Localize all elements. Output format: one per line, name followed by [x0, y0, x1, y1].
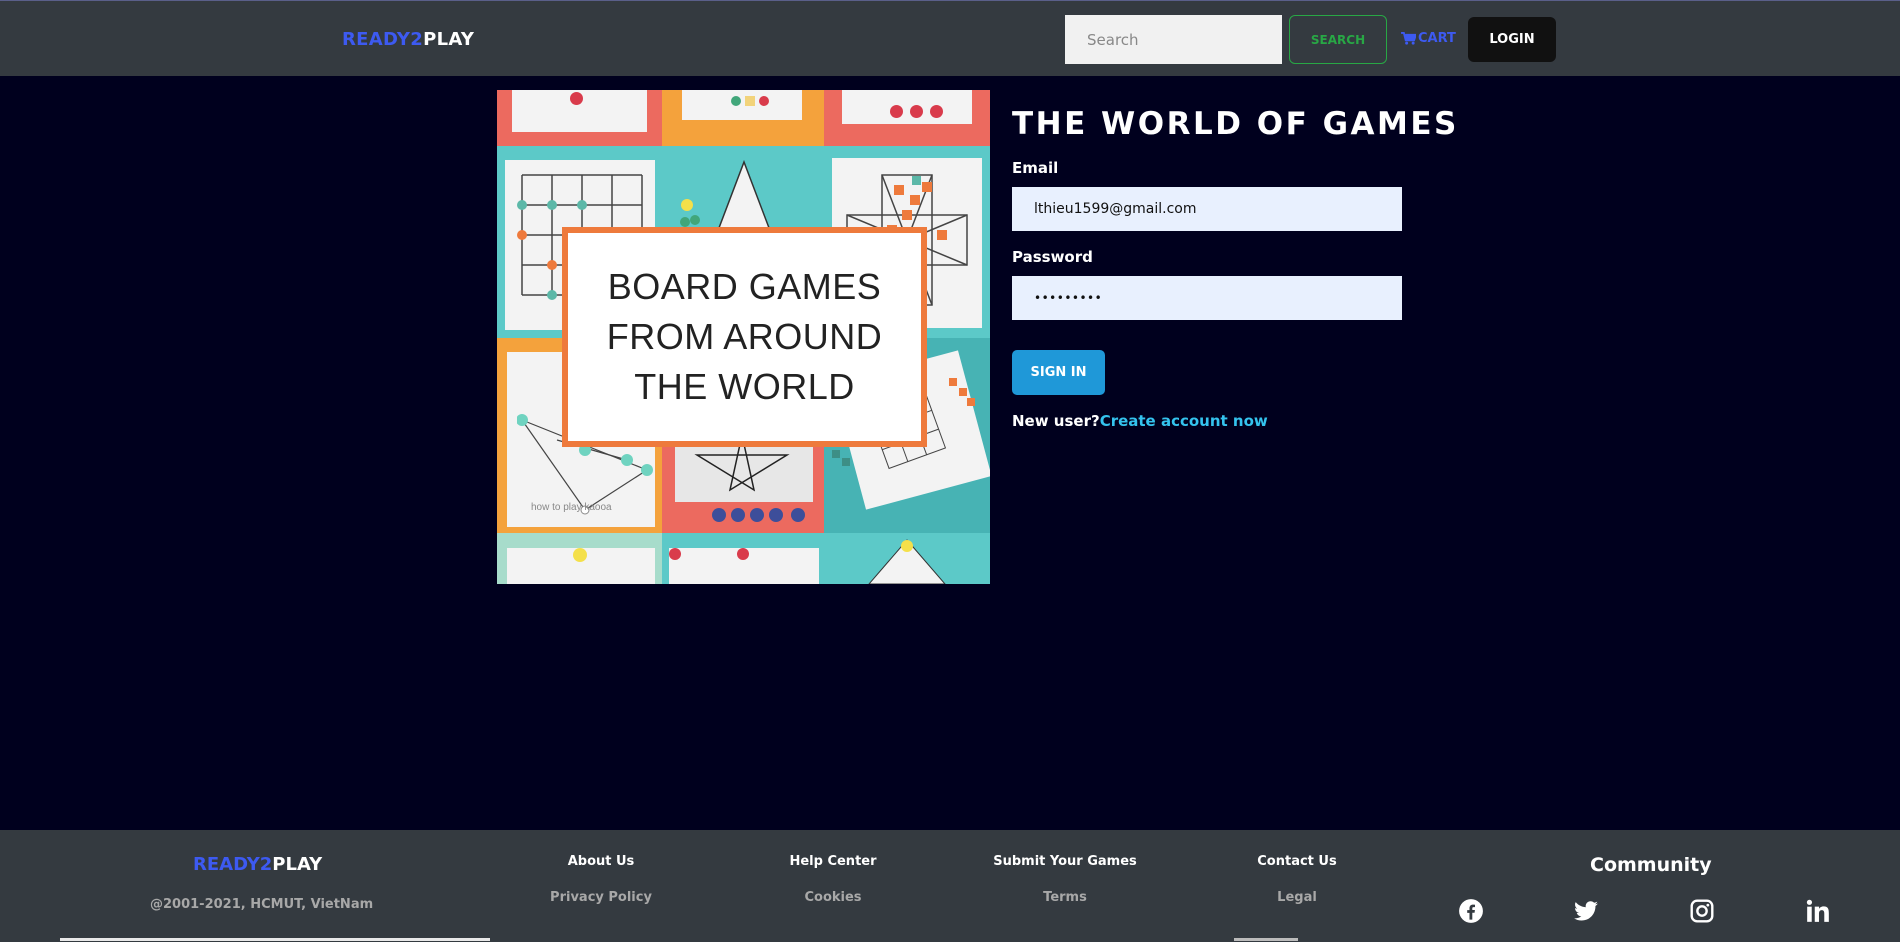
footer-copyright: @2001-2021, HCMUT, VietNam	[150, 897, 374, 912]
navbar: READY2PLAY SEARCH CART LOGIN	[0, 0, 1900, 76]
hero-line-2: FROM AROUND	[606, 316, 883, 357]
hero-image: how to play kaooa BOARD GAMES FROM AROUN…	[497, 90, 990, 584]
footer-link-contact-us[interactable]: Contact Us	[1207, 854, 1387, 869]
new-user-row: New user?Create account now	[1012, 412, 1268, 430]
twitter-icon[interactable]	[1573, 898, 1599, 924]
password-value: •••••••••	[1034, 291, 1103, 305]
scrollbar-segment	[1234, 938, 1298, 941]
brand-part2: PLAY	[423, 29, 475, 50]
new-user-text: New user?	[1012, 412, 1100, 430]
footer-link-about-us[interactable]: About Us	[511, 854, 691, 869]
footer-brand-part2: PLAY	[272, 854, 323, 875]
hero-line-3: THE WORLD	[634, 366, 855, 407]
cart-link[interactable]: CART	[1401, 31, 1456, 46]
page-title: THE WORLD OF GAMES	[1012, 106, 1459, 142]
footer-brand[interactable]: READY2PLAY	[193, 854, 322, 875]
hero-title-box: BOARD GAMES FROM AROUND THE WORLD	[562, 227, 927, 447]
facebook-icon[interactable]	[1458, 898, 1484, 924]
small-triangle-icon	[868, 539, 946, 584]
cart-label: CART	[1418, 31, 1456, 46]
footer-column-about: About Us Privacy Policy	[511, 830, 691, 905]
search-input[interactable]	[1065, 15, 1282, 64]
hero-caption: how to play kaooa	[531, 502, 612, 513]
footer-column-help: Help Center Cookies	[743, 830, 923, 905]
email-field[interactable]: lthieu1599@gmail.com	[1012, 187, 1402, 231]
community-title: Community	[1590, 854, 1712, 876]
horizontal-scrollbar[interactable]	[60, 938, 490, 941]
footer-link-legal[interactable]: Legal	[1207, 890, 1387, 905]
footer: READY2PLAY @2001-2021, HCMUT, VietNam Ab…	[0, 830, 1900, 942]
password-label: Password	[1012, 248, 1093, 266]
footer-column-submit: Submit Your Games Terms	[975, 830, 1155, 905]
footer-link-terms[interactable]: Terms	[975, 890, 1155, 905]
search-button[interactable]: SEARCH	[1289, 15, 1387, 64]
hero-title: BOARD GAMES FROM AROUND THE WORLD	[607, 262, 883, 412]
email-value: lthieu1599@gmail.com	[1034, 201, 1197, 217]
brand-part1: READY2	[342, 29, 424, 50]
hero-line-1: BOARD GAMES	[607, 266, 882, 307]
footer-link-privacy-policy[interactable]: Privacy Policy	[511, 890, 691, 905]
brand-logo[interactable]: READY2PLAY	[342, 29, 474, 50]
footer-brand-part1: READY2	[193, 854, 273, 875]
login-button[interactable]: LOGIN	[1468, 17, 1556, 62]
footer-link-submit-games[interactable]: Submit Your Games	[975, 854, 1155, 869]
create-account-link[interactable]: Create account now	[1100, 412, 1268, 430]
footer-column-contact: Contact Us Legal	[1207, 830, 1387, 905]
email-label: Email	[1012, 159, 1059, 177]
instagram-icon[interactable]	[1689, 898, 1715, 924]
sign-in-button[interactable]: SIGN IN	[1012, 350, 1105, 395]
footer-link-help-center[interactable]: Help Center	[743, 854, 923, 869]
cart-icon	[1401, 32, 1416, 45]
footer-link-cookies[interactable]: Cookies	[743, 890, 923, 905]
linkedin-icon[interactable]	[1805, 898, 1831, 924]
password-field[interactable]: •••••••••	[1012, 276, 1402, 320]
